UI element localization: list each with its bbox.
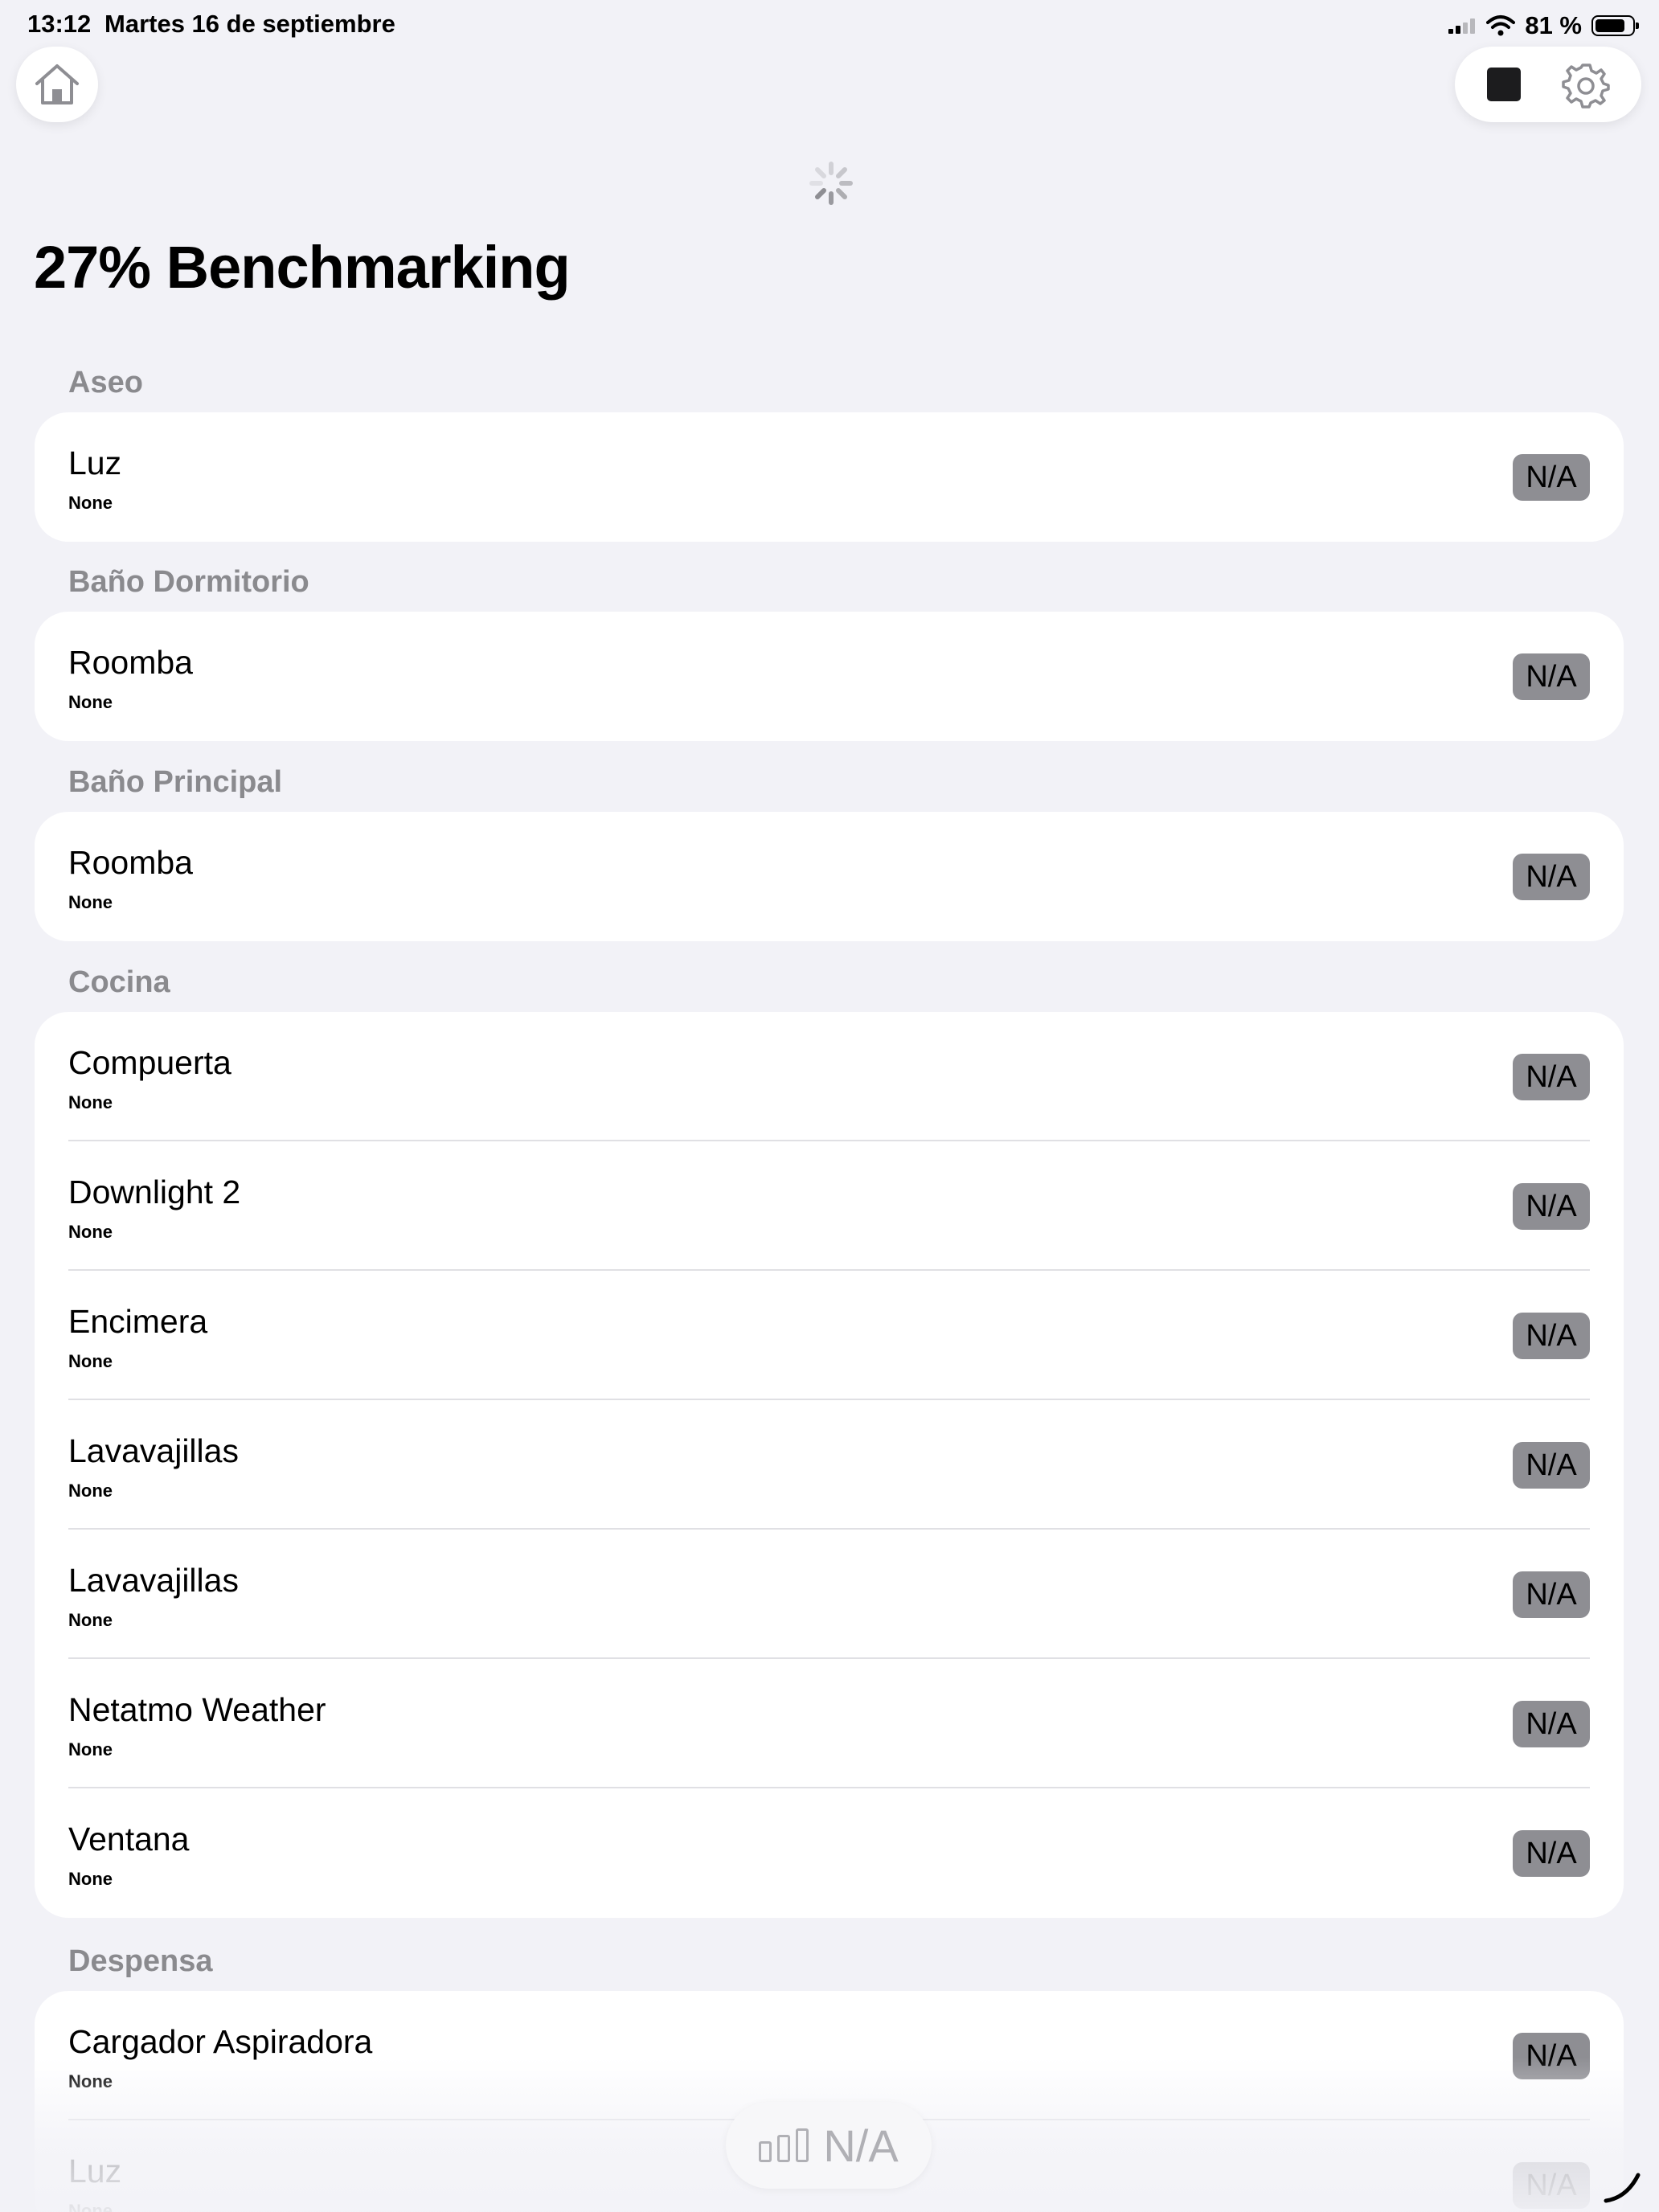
- battery-icon: [1591, 15, 1639, 36]
- value-badge: N/A: [1513, 2033, 1590, 2079]
- value-badge: N/A: [1513, 1313, 1590, 1359]
- item-subtitle: None: [68, 1481, 113, 1501]
- item-subtitle: None: [68, 1222, 113, 1242]
- summary-label: N/A: [823, 2120, 899, 2171]
- item-subtitle: None: [68, 892, 113, 912]
- value-badge: N/A: [1513, 1701, 1590, 1747]
- gear-icon[interactable]: [1561, 60, 1610, 109]
- status-date: Martes 16 de septiembre: [104, 10, 395, 38]
- section-header-bano-dormitorio: Baño Dormitorio: [68, 565, 309, 599]
- item-subtitle: None: [68, 2201, 113, 2212]
- signal-icon: [1448, 18, 1476, 34]
- item-name: Lavavajillas: [68, 1562, 239, 1599]
- section-card-aseo: Luz None N/A: [35, 412, 1624, 542]
- value-badge: N/A: [1513, 1054, 1590, 1100]
- item-name: Downlight 2: [68, 1174, 241, 1210]
- list-item[interactable]: Luz None N/A: [35, 412, 1624, 542]
- section-header-cocina: Cocina: [68, 965, 170, 999]
- section-header-bano-principal: Baño Principal: [68, 765, 283, 799]
- value-badge: N/A: [1513, 1183, 1590, 1230]
- section-header-despensa: Despensa: [68, 1944, 213, 1978]
- list-item[interactable]: Lavavajillas None N/A: [35, 1530, 1624, 1659]
- item-name: Roomba: [68, 644, 193, 681]
- list-item[interactable]: Compuerta None N/A: [35, 1012, 1624, 1141]
- list-item[interactable]: Encimera None N/A: [35, 1271, 1624, 1400]
- list-item[interactable]: Downlight 2 None N/A: [35, 1141, 1624, 1271]
- status-indicators: 81 %: [1448, 10, 1639, 42]
- section-card-bano-principal: Roomba None N/A: [35, 812, 1624, 941]
- item-name: Ventana: [68, 1821, 190, 1858]
- value-badge: N/A: [1513, 454, 1590, 501]
- wifi-icon: [1486, 15, 1516, 36]
- page-title: 27% Benchmarking: [34, 234, 571, 301]
- top-controls: [1455, 47, 1641, 122]
- item-subtitle: None: [68, 493, 113, 513]
- value-badge: N/A: [1513, 2162, 1590, 2209]
- scroll-corner-indicator: [1604, 2173, 1641, 2203]
- item-subtitle: None: [68, 1610, 113, 1630]
- item-name: Luz: [68, 444, 122, 481]
- value-badge: N/A: [1513, 653, 1590, 700]
- value-badge: N/A: [1513, 1571, 1590, 1618]
- status-bar: 13:12 Martes 16 de septiembre 81 %: [0, 0, 1659, 51]
- item-subtitle: None: [68, 1869, 113, 1889]
- item-subtitle: None: [68, 1739, 113, 1759]
- list-item[interactable]: Lavavajillas None N/A: [35, 1400, 1624, 1530]
- battery-percentage: 81 %: [1525, 11, 1582, 39]
- battery-level-fill: [1596, 19, 1624, 32]
- item-subtitle: None: [68, 2071, 113, 2091]
- list-item[interactable]: Cargador Aspiradora None N/A: [35, 1991, 1624, 2120]
- list-item[interactable]: Netatmo Weather None N/A: [35, 1659, 1624, 1788]
- item-name: Compuerta: [68, 1044, 231, 1081]
- item-subtitle: None: [68, 1351, 113, 1371]
- home-button[interactable]: [16, 47, 98, 122]
- item-name: Roomba: [68, 844, 193, 881]
- item-name: Luz: [68, 2153, 122, 2189]
- stop-button[interactable]: [1486, 68, 1521, 101]
- list-item[interactable]: Roomba None N/A: [35, 612, 1624, 741]
- home-icon: [35, 64, 79, 104]
- value-badge: N/A: [1513, 1442, 1590, 1489]
- spinner-icon: [809, 162, 853, 205]
- section-card-cocina: Compuerta None N/A Downlight 2 None N/A …: [35, 1012, 1624, 1918]
- bar-chart-icon: [759, 2128, 809, 2162]
- value-badge: N/A: [1513, 1830, 1590, 1877]
- item-subtitle: None: [68, 1092, 113, 1112]
- section-card-bano-dormitorio: Roomba None N/A: [35, 612, 1624, 741]
- status-time: 13:12: [27, 10, 92, 38]
- item-name: Cargador Aspiradora: [68, 2023, 373, 2060]
- item-name: Encimera: [68, 1303, 208, 1340]
- item-name: Netatmo Weather: [68, 1691, 326, 1728]
- list-item[interactable]: Ventana None N/A: [35, 1788, 1624, 1918]
- value-badge: N/A: [1513, 854, 1590, 900]
- item-subtitle: None: [68, 692, 113, 712]
- summary-button[interactable]: N/A: [726, 2102, 932, 2189]
- section-header-aseo: Aseo: [68, 366, 143, 399]
- item-name: Lavavajillas: [68, 1432, 239, 1469]
- list-item[interactable]: Roomba None N/A: [35, 812, 1624, 941]
